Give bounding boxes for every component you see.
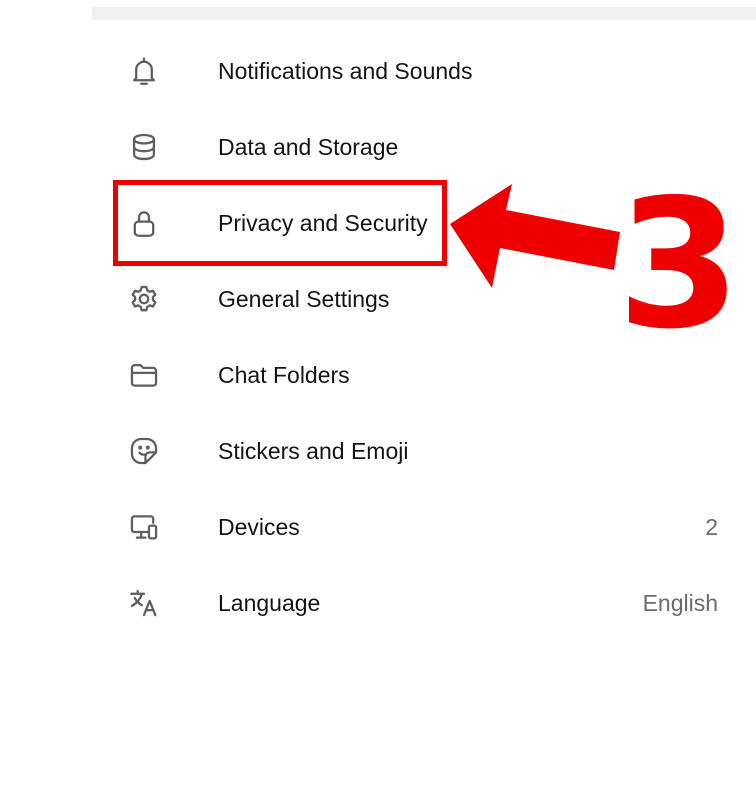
menu-item-value: English — [642, 590, 718, 616]
menu-item-devices[interactable]: Devices 2 — [92, 489, 756, 565]
database-icon — [122, 125, 166, 169]
menu-item-label: Language — [218, 590, 321, 616]
highlight-box — [113, 180, 447, 266]
devices-icon — [122, 505, 166, 549]
translate-icon — [122, 581, 166, 625]
step-number: 3 — [617, 161, 741, 368]
menu-item-notifications-and-sounds[interactable]: Notifications and Sounds — [92, 33, 756, 109]
top-divider-strip — [92, 7, 756, 20]
gear-icon — [122, 277, 166, 321]
menu-item-label: Stickers and Emoji — [218, 438, 409, 464]
menu-item-label: Data and Storage — [218, 134, 399, 160]
menu-item-value: 2 — [705, 514, 718, 540]
sticker-icon — [122, 429, 166, 473]
menu-item-label: Devices — [218, 514, 300, 540]
bell-icon — [122, 49, 166, 93]
menu-item-label: Notifications and Sounds — [218, 58, 473, 84]
menu-item-label: Chat Folders — [218, 362, 350, 388]
menu-item-label: General Settings — [218, 286, 390, 312]
pointer-arrow-icon — [450, 184, 620, 288]
folder-icon — [122, 353, 166, 397]
menu-item-stickers-and-emoji[interactable]: Stickers and Emoji — [92, 413, 756, 489]
menu-item-language[interactable]: Language English — [92, 565, 756, 641]
